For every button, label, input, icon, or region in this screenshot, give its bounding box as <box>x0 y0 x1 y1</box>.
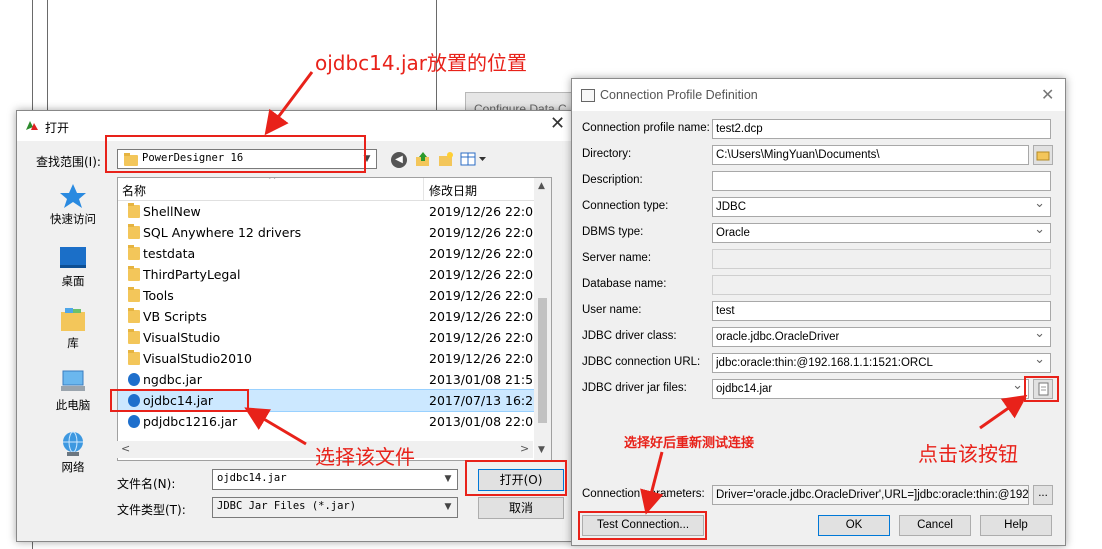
arrow-to-look-in <box>264 71 314 136</box>
arrow-to-browse <box>979 394 1028 430</box>
arrow-to-file <box>244 407 307 446</box>
annotation-arrows <box>244 71 1028 515</box>
arrow-to-test <box>640 451 664 515</box>
